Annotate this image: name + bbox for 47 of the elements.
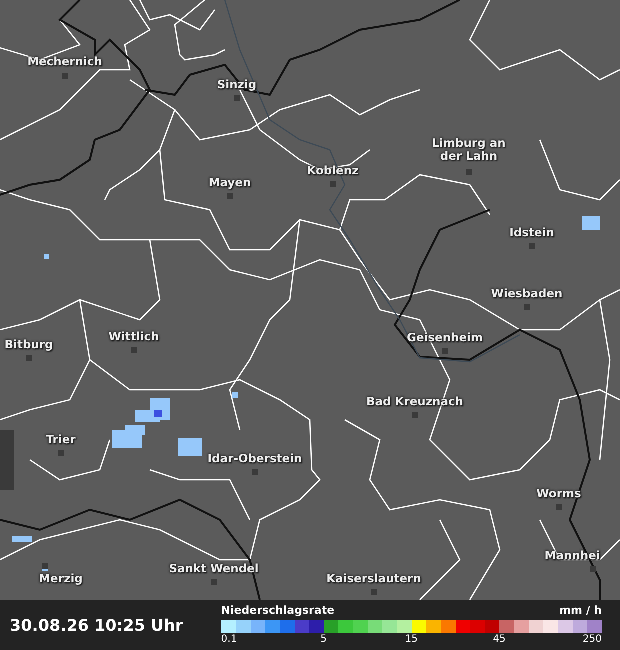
- city-label: Bitburg: [4, 338, 54, 352]
- city-label: Idar-Oberstein: [208, 452, 302, 466]
- scale-tick-label: 15: [405, 634, 418, 645]
- rain-echo-drawing: [582, 216, 600, 230]
- rain-echo-drawing: [232, 392, 238, 398]
- scale-tick-label: 250: [582, 634, 602, 645]
- city-label: Sinzig: [217, 78, 257, 92]
- city-marker-icon: [590, 566, 596, 572]
- city-marker-icon: [227, 193, 233, 199]
- city-label: Worms: [536, 487, 582, 501]
- city-marker-icon: [330, 181, 336, 187]
- city-label: Koblenz: [307, 164, 359, 178]
- city-marker-icon: [211, 579, 217, 585]
- rain-echo-drawing: [178, 438, 202, 456]
- city-label: Kaiserslautern: [326, 572, 422, 586]
- city-marker-icon: [252, 469, 258, 475]
- rain-echo-drawing: [44, 254, 49, 259]
- city-marker-icon: [62, 73, 68, 79]
- city-marker-icon: [412, 412, 418, 418]
- city-marker-icon: [58, 450, 64, 456]
- city-marker-icon: [529, 243, 535, 249]
- scale-tick-label: 5: [320, 634, 327, 645]
- city-label: Merzig: [39, 572, 83, 586]
- city-marker-icon: [442, 348, 448, 354]
- city-marker-icon: [524, 304, 530, 310]
- city-label: Mayen: [208, 176, 252, 190]
- city-marker-icon: [371, 589, 377, 595]
- city-label: Wittlich: [108, 330, 160, 344]
- city-marker-icon: [26, 355, 32, 361]
- city-label: Trier: [46, 433, 76, 447]
- city-marker-icon: [556, 504, 562, 510]
- legend-title: Niederschlagsrate: [221, 604, 335, 617]
- rain-echo-drawing: [12, 536, 32, 542]
- rain-echo-drawing: [112, 398, 170, 448]
- city-marker-icon: [42, 563, 48, 569]
- city-marker-icon: [234, 95, 240, 101]
- city-label: Mechernich: [28, 55, 102, 69]
- scale-tick-label: 0.1: [221, 634, 238, 645]
- scale-tick-label: 45: [493, 634, 506, 645]
- city-label: Wiesbaden: [491, 287, 563, 301]
- timestamp: 30.08.26 10:25 Uhr: [10, 616, 184, 634]
- city-label: Sankt Wendel: [169, 562, 259, 576]
- city-marker-icon: [466, 169, 472, 175]
- legend-unit: mm / h: [560, 604, 602, 617]
- city-marker-icon: [131, 347, 137, 353]
- city-label: Limburg an der Lahn: [431, 136, 507, 164]
- city-label: Idstein: [510, 226, 554, 240]
